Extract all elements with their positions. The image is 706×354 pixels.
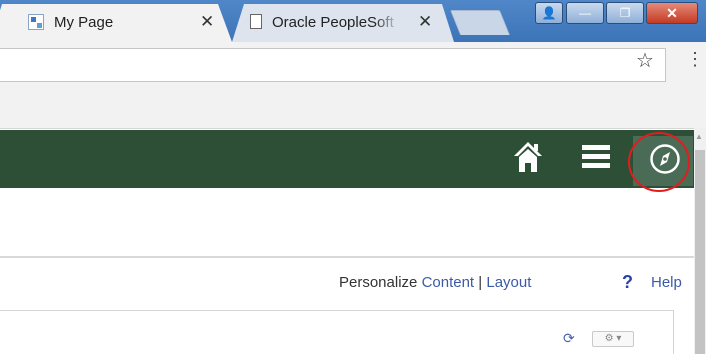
document-icon [250, 14, 262, 29]
vertical-scrollbar[interactable]: ▲ [694, 128, 706, 354]
bookmark-star-icon[interactable]: ☆ [636, 48, 654, 73]
tab-title: Oracle PeopleSoft [272, 14, 394, 31]
help-icon[interactable]: ? [622, 272, 633, 293]
scroll-up-arrow-icon[interactable]: ▲ [695, 132, 703, 141]
address-bar[interactable] [0, 48, 666, 82]
tab-oracle-peoplesoft[interactable]: Oracle PeopleSoft ✕ [232, 4, 454, 42]
personalize-label: Personalize [339, 274, 418, 291]
bookmarks-bar [0, 88, 706, 129]
browser-toolbar: ☆ ⋮ [0, 42, 706, 88]
scrollbar-thumb[interactable] [695, 150, 705, 354]
home-icon[interactable] [513, 140, 543, 174]
close-tab-icon[interactable]: ✕ [200, 12, 214, 32]
personalize-layout-link[interactable]: Layout [486, 274, 531, 291]
annotation-circle [628, 132, 690, 192]
tab-my-page[interactable]: My Page ✕ [0, 4, 232, 42]
close-window-button[interactable]: ✕ [646, 2, 698, 24]
link-separator: | [478, 274, 483, 291]
peoplesoft-favicon-icon [28, 14, 44, 30]
refresh-icon[interactable]: ⟳ [563, 330, 575, 347]
user-profile-icon[interactable]: 👤 [535, 2, 563, 24]
pagelet-settings-button[interactable]: ⚙ ▾ [592, 331, 634, 347]
minimize-button[interactable]: — [566, 2, 604, 24]
page-divider [0, 256, 694, 258]
help-link[interactable]: Help [651, 274, 682, 291]
personalize-content-link[interactable]: Content [422, 274, 475, 291]
browser-menu-icon[interactable]: ⋮ [686, 50, 704, 68]
close-tab-icon[interactable]: ✕ [418, 12, 432, 32]
maximize-button[interactable]: ❐ [606, 2, 644, 24]
navbar-menu-icon[interactable] [582, 141, 610, 173]
new-tab-button[interactable] [449, 10, 511, 35]
personalize-bar: Personalize Content | Layout [339, 274, 531, 291]
tab-title: My Page [54, 14, 114, 31]
